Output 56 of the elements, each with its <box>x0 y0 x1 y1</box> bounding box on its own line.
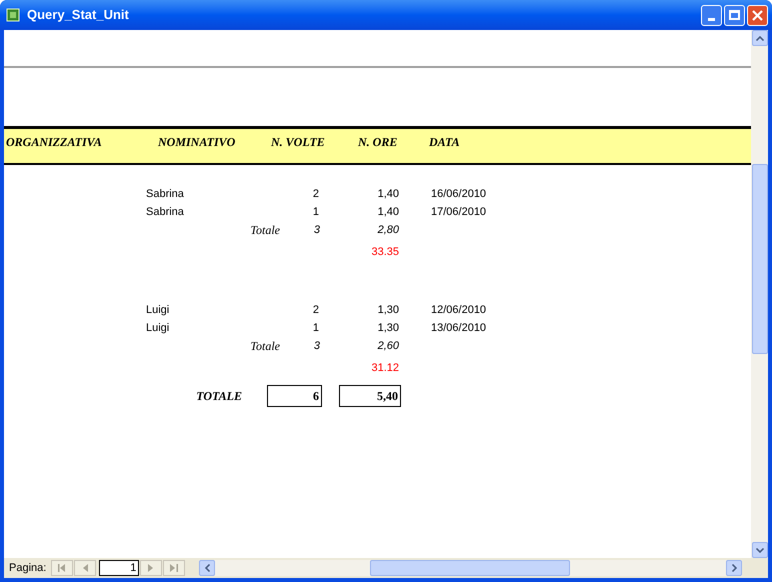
subtotal-hours: 2,60 <box>376 338 399 354</box>
count-cell-text: 2 <box>312 302 319 318</box>
next-page-button[interactable] <box>140 560 162 576</box>
column-header: DATA <box>429 134 461 151</box>
first-page-icon <box>58 564 66 572</box>
column-header: N. ORE <box>358 134 398 151</box>
window-title: Query_Stat_Unit <box>27 6 130 24</box>
count-cell-text: 1 <box>312 320 319 336</box>
hours-cell-text: 1,30 <box>376 320 399 336</box>
scroll-up-icon <box>756 36 764 40</box>
subtotal-hours: 2,80 <box>376 222 399 238</box>
vertical-scrollbar[interactable] <box>751 30 768 558</box>
close-icon <box>752 10 763 20</box>
name-cell-text: Sabrina <box>146 186 185 202</box>
column-header: N. VOLTE <box>271 134 326 151</box>
date-cell-text: 16/06/2010 <box>431 186 486 202</box>
scroll-left-icon <box>204 564 210 572</box>
scroll-down-icon <box>756 548 764 552</box>
app-icon <box>6 8 20 22</box>
subtotal-label: Totale <box>249 338 280 355</box>
hours-cell-text: 1,40 <box>376 186 399 202</box>
date-cell-text: 17/06/2010 <box>431 204 486 220</box>
percentage-value: 33.35 <box>370 244 399 260</box>
name-cell-text: Luigi <box>146 302 170 318</box>
previous-page-button[interactable] <box>74 560 96 576</box>
date-cell-text: 13/06/2010 <box>431 320 486 336</box>
count-cell-text: 1 <box>312 204 319 220</box>
column-header: ORGANIZZATIVA <box>5 134 103 151</box>
percentage-value: 31.12 <box>370 360 399 376</box>
previous-page-icon <box>82 564 88 572</box>
subtotal-count: 3 <box>312 222 320 238</box>
grand-total-hours: 5,40 <box>339 385 401 407</box>
close-button[interactable] <box>747 4 768 26</box>
horizontal-scrollbar[interactable] <box>199 560 742 576</box>
column-header: NOMINATIVO <box>157 134 236 151</box>
scroll-thumb[interactable] <box>370 560 570 576</box>
hours-cell-text: 1,30 <box>376 302 399 318</box>
subtotal-label: Totale <box>249 222 280 239</box>
hours-cell-text: 1,40 <box>376 204 399 220</box>
last-page-icon <box>170 564 178 572</box>
date-cell-text: 12/06/2010 <box>431 302 486 318</box>
subtotal-count: 3 <box>312 338 320 354</box>
name-cell-text: Luigi <box>146 320 170 336</box>
next-page-icon <box>148 564 154 572</box>
scroll-right-icon <box>732 564 737 572</box>
name-cell-text: Sabrina <box>146 204 185 220</box>
page-field[interactable]: 1 <box>99 560 140 576</box>
page-label: Pagina: <box>9 560 46 576</box>
first-page-button[interactable] <box>51 560 74 576</box>
minimize-button[interactable] <box>701 4 722 26</box>
grand-total-label: TOTALE <box>195 388 242 405</box>
count-cell-text: 2 <box>312 186 319 202</box>
grand-total-count: 6 <box>267 385 322 407</box>
last-page-button[interactable] <box>163 560 186 576</box>
maximize-button[interactable] <box>724 4 745 26</box>
scroll-thumb[interactable] <box>752 164 768 354</box>
